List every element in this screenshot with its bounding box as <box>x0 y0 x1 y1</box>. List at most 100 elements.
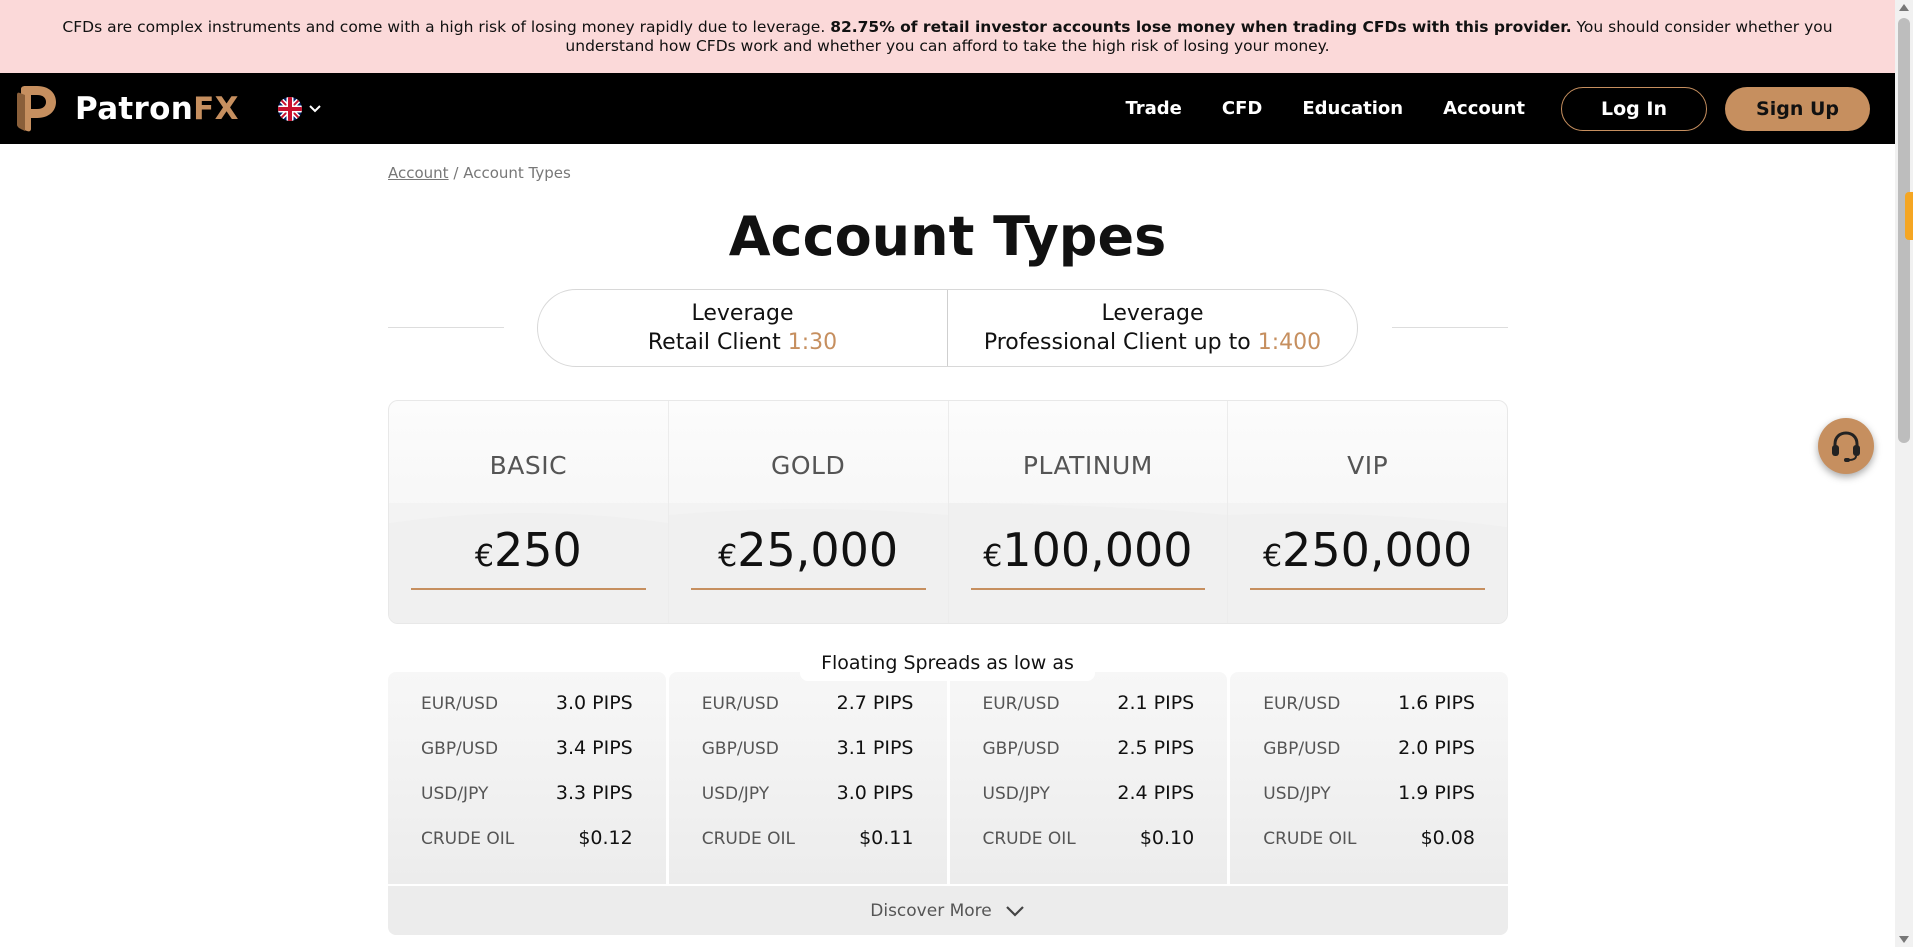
nav-links: Trade CFD Education Account <box>1125 73 1525 144</box>
leverage-title: Leverage <box>1101 301 1204 326</box>
spread-pair: CRUDE OIL <box>982 829 1076 849</box>
chevron-down-icon <box>1005 905 1024 917</box>
page-title: Account Types <box>728 205 1167 268</box>
account-deposit: €100,000 <box>949 523 1228 577</box>
spread-pair: GBP/USD <box>701 739 779 759</box>
login-button[interactable]: Log In <box>1561 87 1707 131</box>
signup-button[interactable]: Sign Up <box>1725 87 1870 131</box>
accent-underline <box>970 588 1206 590</box>
spread-pair: CRUDE OIL <box>421 829 515 849</box>
leverage-info: Leverage Retail Client 1:30 Leverage Pro… <box>537 289 1358 367</box>
nav-education[interactable]: Education <box>1302 98 1403 119</box>
spread-row: USD/JPY 3.0 PIPS <box>702 782 914 827</box>
breadcrumb-separator: / <box>453 164 459 182</box>
spread-value: 3.1 PIPS <box>836 737 914 759</box>
spread-row: GBP/USD 3.4 PIPS <box>421 737 633 782</box>
spread-pair: GBP/USD <box>421 739 499 759</box>
patronfx-logo-icon <box>17 86 56 132</box>
spread-pair: USD/JPY <box>982 784 1050 804</box>
currency-symbol: € <box>1262 539 1283 574</box>
spread-value: $0.08 <box>1420 827 1475 849</box>
live-support-button[interactable] <box>1818 418 1874 474</box>
spread-row: CRUDE OIL $0.08 <box>1263 827 1475 872</box>
currency-symbol: € <box>474 539 495 574</box>
spread-pair: EUR/USD <box>421 694 499 714</box>
account-basic[interactable]: BASIC €250 <box>389 401 669 623</box>
spread-value: 1.9 PIPS <box>1398 782 1475 804</box>
account-tiers: BASIC €250 GOLD €25,000 PLATINUM €100,00… <box>388 400 1508 624</box>
spread-row: USD/JPY 2.4 PIPS <box>983 782 1195 827</box>
spread-row: EUR/USD 2.7 PIPS <box>702 692 914 737</box>
spread-pair: EUR/USD <box>982 694 1060 714</box>
spread-value: 2.0 PIPS <box>1398 737 1475 759</box>
page-scrollbar[interactable] <box>1895 0 1913 947</box>
account-platinum[interactable]: PLATINUM €100,000 <box>948 401 1229 623</box>
spreads-column-vip: EUR/USD 1.6 PIPS GBP/USD 2.0 PIPS USD/JPY 1… <box>1230 672 1508 884</box>
risk-text-start: CFDs are complex instruments and come wi… <box>62 17 826 36</box>
spread-value: 2.1 PIPS <box>1117 692 1195 714</box>
spread-row: EUR/USD 2.1 PIPS <box>983 692 1195 737</box>
deposit-amount: 100,000 <box>1002 523 1193 577</box>
spread-row: USD/JPY 1.9 PIPS <box>1263 782 1475 827</box>
currency-symbol: € <box>718 539 738 574</box>
scroll-up-icon[interactable] <box>1899 4 1909 11</box>
leverage-label: Retail Client <box>647 330 781 355</box>
divider-line <box>1392 327 1508 328</box>
spread-row: CRUDE OIL $0.11 <box>702 827 914 872</box>
nav-account[interactable]: Account <box>1443 98 1525 119</box>
account-name: BASIC <box>489 451 568 480</box>
account-vip[interactable]: VIP €250,000 <box>1228 401 1507 623</box>
spread-value: 2.5 PIPS <box>1117 737 1195 759</box>
scroll-marker <box>1905 192 1913 240</box>
headset-icon <box>1832 431 1860 462</box>
spread-row: GBP/USD 3.1 PIPS <box>702 737 914 782</box>
spreads-column-gold: EUR/USD 2.7 PIPS GBP/USD 3.1 PIPS USD/JPY 3… <box>668 672 947 884</box>
spread-value: 2.4 PIPS <box>1117 782 1195 804</box>
spread-value: $0.12 <box>578 827 633 849</box>
spread-pair: CRUDE OIL <box>701 829 795 849</box>
logo[interactable]: PatronFX <box>15 85 239 132</box>
nav-cfd[interactable]: CFD <box>1222 98 1262 119</box>
main-navbar: PatronFX Trade CFD Education Account Log… <box>0 73 1895 144</box>
scroll-down-icon[interactable] <box>1899 936 1909 943</box>
spreads-column-platinum: EUR/USD 2.1 PIPS GBP/USD 2.5 PIPS USD/JPY 2… <box>949 672 1228 884</box>
nav-trade[interactable]: Trade <box>1125 98 1181 119</box>
chevron-down-icon <box>309 105 321 113</box>
account-deposit: €250,000 <box>1228 523 1507 577</box>
logo-suffix: FX <box>193 90 239 127</box>
leverage-value: 1:400 <box>1257 330 1322 355</box>
spreads-heading: Floating Spreads as low as <box>800 645 1095 681</box>
uk-flag-icon <box>278 97 302 121</box>
accent-underline <box>1250 588 1485 590</box>
leverage-value: 1:30 <box>787 330 838 355</box>
breadcrumb-current: Account Types <box>463 164 571 182</box>
accent-underline <box>411 588 646 590</box>
leverage-label: Professional Client up to <box>983 330 1251 355</box>
spread-pair: USD/JPY <box>701 784 770 804</box>
leverage-professional-line: Professional Client up to 1:400 <box>984 328 1321 357</box>
spread-pair: GBP/USD <box>982 739 1060 759</box>
leverage-professional: Leverage Professional Client up to 1:400 <box>947 290 1357 366</box>
account-name: VIP <box>1347 451 1389 480</box>
language-selector[interactable] <box>278 97 322 121</box>
spread-pair: EUR/USD <box>1263 694 1341 714</box>
spread-value: 3.0 PIPS <box>555 692 633 714</box>
account-name: GOLD <box>771 451 846 480</box>
spreads-table: EUR/USD 3.0 PIPS GBP/USD 3.4 PIPS USD/JPY 3… <box>388 672 1508 884</box>
breadcrumb-account-link[interactable]: Account <box>388 164 449 182</box>
spread-row: EUR/USD 3.0 PIPS <box>421 692 633 737</box>
accent-underline <box>690 588 926 590</box>
logo-text: PatronFX <box>75 91 239 127</box>
account-deposit: €250 <box>389 523 668 577</box>
discover-more-button[interactable]: Discover More <box>388 886 1508 935</box>
spread-pair: USD/JPY <box>421 784 489 804</box>
spread-row: USD/JPY 3.3 PIPS <box>421 782 633 827</box>
spread-value: $0.11 <box>859 827 914 849</box>
spread-value: 2.7 PIPS <box>836 692 914 714</box>
deposit-amount: 25,000 <box>737 523 899 577</box>
deposit-amount: 250,000 <box>1282 523 1473 577</box>
spreads-column-basic: EUR/USD 3.0 PIPS GBP/USD 3.4 PIPS USD/JPY 3… <box>388 672 666 884</box>
account-gold[interactable]: GOLD €25,000 <box>668 401 949 623</box>
risk-text-bold: 82.75% of retail investor accounts lose … <box>830 17 1572 36</box>
risk-warning-banner: CFDs are complex instruments and come wi… <box>0 0 1895 73</box>
